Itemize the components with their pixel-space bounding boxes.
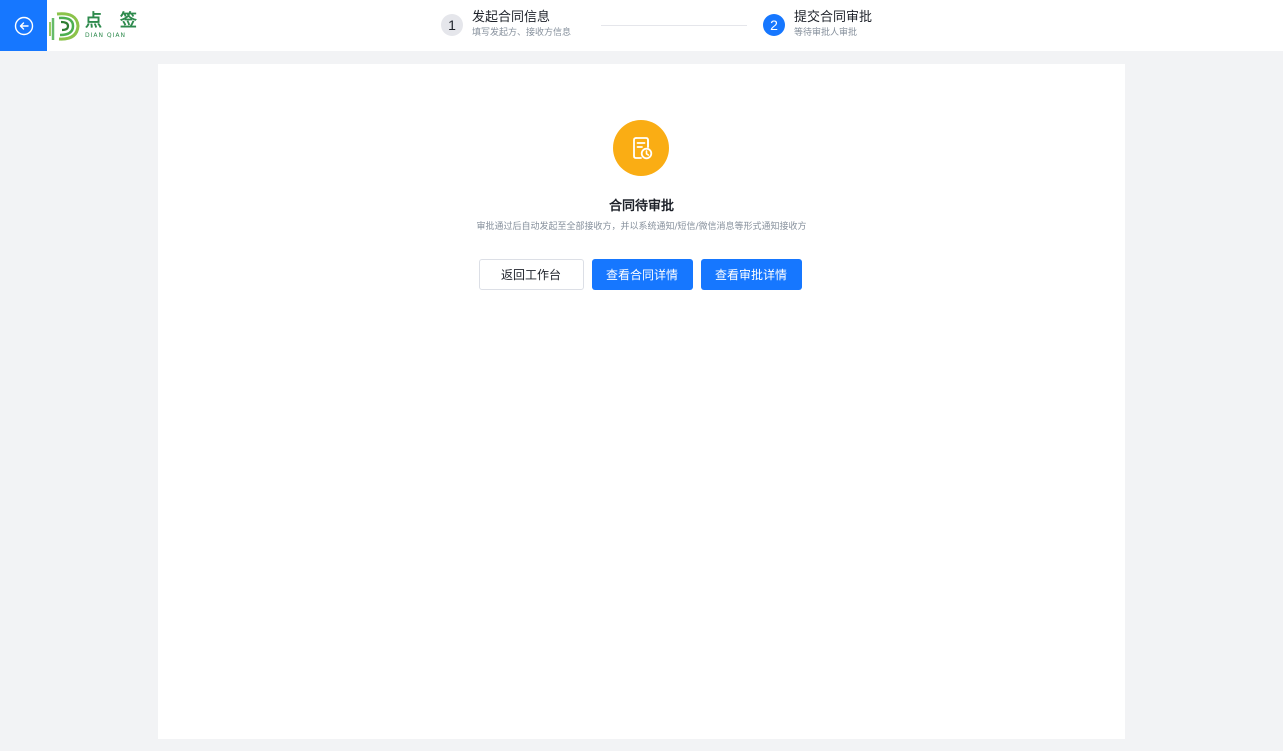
view-contract-detail-button[interactable]: 查看合同详情	[591, 259, 693, 290]
logo-name-en: DIAN QIAN	[85, 32, 126, 39]
step-title: 发起合同信息	[472, 10, 551, 25]
action-bar: 返回工作台 查看合同详情 查看审批详情	[158, 259, 1125, 290]
step-connector	[601, 25, 747, 26]
brand-logo: 点 签 DIAN QIAN	[47, 7, 143, 45]
logo-mark-icon	[49, 12, 80, 41]
step-number: 2	[763, 14, 785, 36]
view-approval-detail-button[interactable]: 查看审批详情	[700, 259, 802, 290]
step-number: 1	[441, 14, 463, 36]
step-title: 提交合同审批	[794, 10, 873, 25]
step-2: 2 提交合同审批 等待审批人审批	[763, 9, 872, 39]
status-title: 合同待审批	[608, 199, 674, 214]
arrow-left-circle-icon	[14, 16, 33, 35]
logo-name-cn: 点 签	[85, 11, 143, 31]
step-description: 等待审批人审批	[794, 28, 858, 38]
back-button[interactable]	[0, 0, 47, 51]
result-card: 合同待审批 审批通过后自动发起至全部接收方，并以系统通知/短信/微信消息等形式通…	[158, 64, 1125, 739]
contract-pending-icon	[633, 137, 653, 160]
back-to-workbench-button[interactable]: 返回工作台	[478, 259, 584, 290]
step-1: 1 发起合同信息 填写发起方、接收方信息	[441, 9, 571, 39]
step-description: 填写发起方、接收方信息	[472, 28, 572, 38]
status-icon-wrapper	[613, 120, 669, 176]
top-header: 点 签 DIAN QIAN 1 发起合同信息 填写发起方、接收方信息 2 提交合…	[0, 0, 1283, 51]
status-description: 审批通过后自动发起至全部接收方，并以系统通知/短信/微信消息等形式通知接收方	[476, 222, 807, 232]
